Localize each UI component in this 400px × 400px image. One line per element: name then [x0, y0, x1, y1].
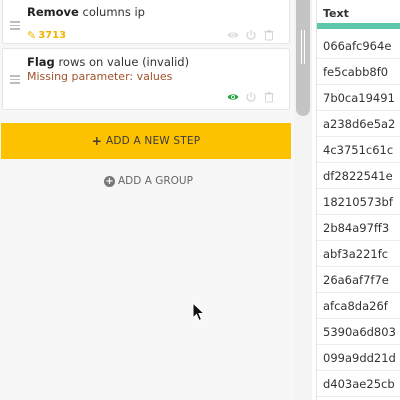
table-cell[interactable]: 18210573bf — [317, 189, 400, 215]
plus-circle-icon: + — [104, 175, 115, 187]
step-actions — [227, 29, 275, 41]
column-header-bar — [317, 23, 400, 29]
table-cell[interactable]: afca8da26f — [317, 293, 400, 319]
step-badge-count: 3713 — [38, 30, 67, 41]
data-table: Text 066afc964e fe5cabb8f0 7b0ca19491 a238d… — [316, 0, 400, 400]
step-badge: ✎ 3713 — [27, 29, 66, 42]
mouse-pointer-icon — [192, 302, 206, 322]
step-actions — [227, 91, 275, 103]
add-group-label: ADD A GROUP — [118, 175, 193, 187]
add-step-label: ADD A NEW STEP — [106, 135, 201, 147]
power-icon[interactable] — [245, 91, 257, 103]
table-cell[interactable]: d403ae25cb — [317, 371, 400, 397]
table-cell[interactable]: abf3a221fc — [317, 241, 400, 267]
step-flag-rows[interactable]: Flag rows on value (invalid) Missing par… — [2, 48, 290, 110]
table-cell[interactable]: 7b0ca19491 — [317, 85, 400, 111]
column-header-label: Text — [323, 7, 349, 20]
steps-panel: Remove columns ip ✎ 3713 Flag rows on va… — [0, 0, 300, 400]
table-cell[interactable]: 066afc964e — [317, 33, 400, 59]
step-error-message: Missing parameter: values — [27, 70, 173, 83]
drag-handle-icon[interactable] — [10, 75, 20, 86]
drag-handle-icon[interactable] — [10, 21, 20, 32]
table-cell[interactable]: 4c3751c61c — [317, 137, 400, 163]
table-cell[interactable]: df2822541e — [317, 163, 400, 189]
table-cell[interactable]: 26a6af7f7e — [317, 267, 400, 293]
trash-icon[interactable] — [263, 91, 275, 103]
add-new-step-button[interactable]: + ADD A NEW STEP — [1, 123, 291, 159]
table-cell[interactable]: 099a9dd21d — [317, 345, 400, 371]
power-icon[interactable] — [245, 29, 257, 41]
table-cell[interactable]: 5390a6d803 — [317, 319, 400, 345]
table-cell[interactable]: fe5cabb8f0 — [317, 59, 400, 85]
add-group-button[interactable]: + ADD A GROUP — [104, 175, 193, 187]
eye-icon[interactable] — [227, 91, 239, 103]
step-remove-columns[interactable]: Remove columns ip ✎ 3713 — [2, 0, 290, 44]
scrollbar-grip — [301, 30, 305, 64]
table-cell[interactable]: 2b84a97ff3 — [317, 215, 400, 241]
plus-icon: + — [91, 134, 102, 148]
eye-icon[interactable] — [227, 29, 239, 41]
pencil-icon: ✎ — [27, 29, 37, 42]
step-title: Remove columns ip — [27, 5, 145, 19]
column-header[interactable]: Text — [317, 2, 400, 29]
table-cell[interactable]: a238d6e5a2 — [317, 111, 400, 137]
step-title: Flag rows on value (invalid) — [27, 55, 190, 69]
trash-icon[interactable] — [263, 29, 275, 41]
